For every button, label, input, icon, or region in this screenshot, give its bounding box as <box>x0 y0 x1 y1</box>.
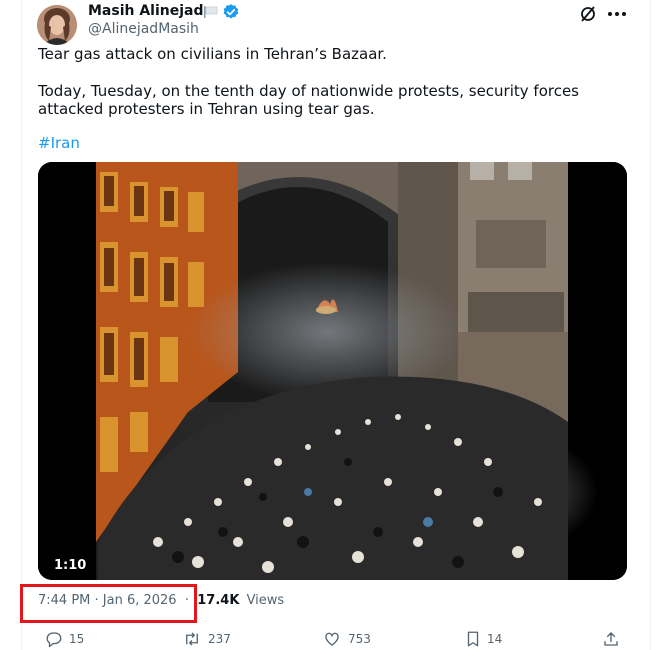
action-bar: 15 237 753 14 <box>0 630 670 650</box>
author-name[interactable]: Masih Alinejad <box>88 3 204 19</box>
video-duration: 1:10 <box>51 557 90 574</box>
repost-count: 237 <box>208 632 231 646</box>
bookmark-count: 14 <box>487 632 503 646</box>
share-icon <box>604 632 618 646</box>
views-count[interactable]: 17.4K <box>197 593 239 608</box>
video-player[interactable] <box>38 162 627 580</box>
like-count: 753 <box>348 632 371 646</box>
flag-icon <box>204 6 218 18</box>
share-button[interactable] <box>602 630 626 648</box>
tweet-text-line-3: attacked protesters in Tehran using tear… <box>38 100 375 118</box>
tweet-text-line-2: Today, Tuesday, on the tenth day of nati… <box>38 82 579 100</box>
author-handle[interactable]: @AlinejadMasih <box>88 21 199 37</box>
avatar[interactable] <box>37 5 77 45</box>
bookmark-button[interactable]: 14 <box>465 630 502 648</box>
verified-badge-icon <box>223 4 239 19</box>
like-button[interactable]: 753 <box>322 630 371 648</box>
reply-button[interactable]: 15 <box>45 630 84 648</box>
repost-icon <box>186 632 198 646</box>
grok-icon[interactable] <box>578 4 598 24</box>
more-icon[interactable] <box>606 4 628 24</box>
timestamp-highlight-box <box>20 584 197 623</box>
reply-icon <box>46 632 62 648</box>
bookmark-icon <box>467 631 479 647</box>
tweet-text-line-1: Tear gas attack on civilians in Tehran’s… <box>38 45 387 63</box>
hashtag-link[interactable]: #Iran <box>38 134 80 152</box>
repost-button[interactable]: 237 <box>182 630 231 648</box>
views-label: Views <box>246 593 285 608</box>
video-frame <box>38 162 627 580</box>
reply-count: 15 <box>69 632 85 646</box>
like-icon <box>325 632 339 646</box>
